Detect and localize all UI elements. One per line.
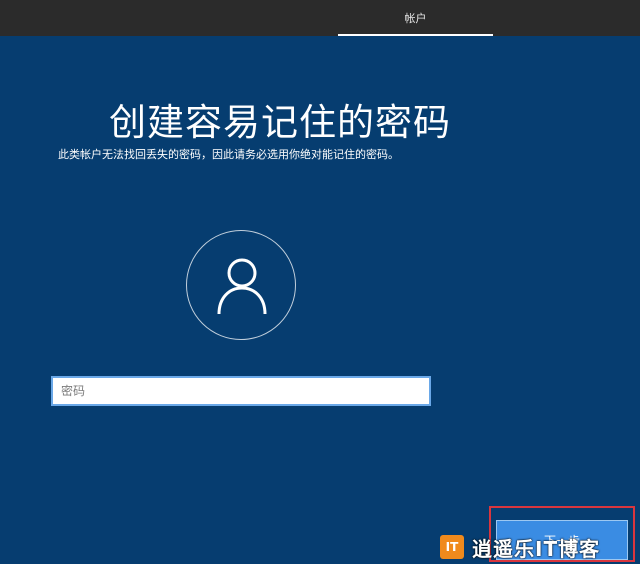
watermark: IT 逍遥乐IT博客 [440, 532, 640, 562]
tab-active-indicator [338, 34, 493, 36]
watermark-logo: IT [440, 535, 464, 559]
setup-screen: 帐户 创建容易记住的密码 此类帐户无法找回丢失的密码，因此请务必选用你绝对能记住… [0, 0, 640, 564]
tab-account[interactable]: 帐户 [338, 0, 493, 36]
top-bar: 帐户 [0, 0, 640, 36]
avatar [186, 230, 296, 340]
page-title: 创建容易记住的密码 [109, 101, 451, 144]
password-input[interactable] [51, 376, 431, 406]
page-subtitle: 此类帐户无法找回丢失的密码，因此请务必选用你绝对能记住的密码。 [58, 148, 399, 161]
user-icon [217, 258, 267, 315]
watermark-text: 逍遥乐IT博客 [472, 536, 601, 561]
